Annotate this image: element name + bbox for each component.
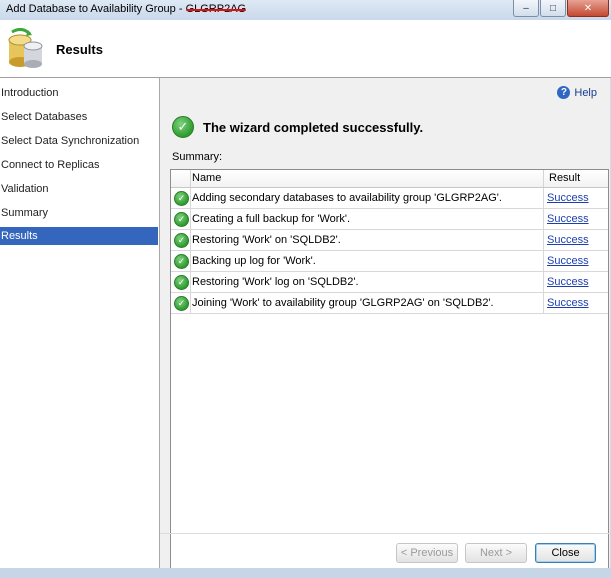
page-header: Results (0, 20, 611, 78)
cell-divider (190, 272, 191, 292)
success-icon: ✓ (174, 212, 189, 227)
help-icon: ? (557, 86, 571, 99)
success-icon: ✓ (174, 275, 189, 290)
footer-divider (160, 533, 610, 534)
nav-item-connect-to-replicas[interactable]: Connect to Replicas (0, 156, 158, 174)
row-name: Restoring 'Work' log on 'SQLDB2'. (192, 276, 359, 288)
table-row: ✓ Restoring 'Work' on 'SQLDB2'. Success (171, 230, 608, 251)
cell-divider (543, 272, 544, 292)
wizard-nav: Introduction Select Databases Select Dat… (0, 78, 160, 568)
row-name: Creating a full backup for 'Work'. (192, 213, 351, 225)
cell-divider (190, 251, 191, 271)
close-button[interactable]: Close (535, 543, 596, 563)
next-button[interactable]: Next > (465, 543, 527, 563)
success-icon: ✓ (174, 254, 189, 269)
row-result-link[interactable]: Success (547, 297, 589, 309)
table-row: ✓ Adding secondary databases to availabi… (171, 188, 608, 209)
previous-button[interactable]: < Previous (396, 543, 458, 563)
row-name: Adding secondary databases to availabili… (192, 192, 502, 204)
cell-divider (543, 209, 544, 229)
success-icon: ✓ (174, 191, 189, 206)
row-result-link[interactable]: Success (547, 213, 589, 225)
row-name: Restoring 'Work' on 'SQLDB2'. (192, 234, 341, 246)
status-banner: ✓ The wizard completed successfully. (172, 116, 423, 138)
table-row: ✓ Restoring 'Work' log on 'SQLDB2'. Succ… (171, 272, 608, 293)
column-header-name[interactable]: Name (192, 172, 221, 184)
results-grid: Name Result ✓ Adding secondary databases… (170, 169, 609, 578)
success-icon: ✓ (174, 233, 189, 248)
help-link[interactable]: ? Help (557, 86, 597, 99)
nav-item-select-databases[interactable]: Select Databases (0, 108, 158, 126)
window-bottom-edge (0, 568, 611, 578)
cell-divider (543, 188, 544, 208)
row-result-link[interactable]: Success (547, 255, 589, 267)
header-divider (190, 170, 191, 187)
page-title: Results (56, 42, 103, 57)
title-bar: Add Database to Availability Group - GLG… (0, 0, 611, 20)
nav-item-introduction[interactable]: Introduction (0, 84, 158, 102)
window-controls: – □ ✕ (513, 0, 609, 17)
nav-item-results[interactable]: Results (0, 227, 158, 245)
cell-divider (190, 293, 191, 313)
minimize-button[interactable]: – (513, 0, 539, 17)
success-icon: ✓ (174, 296, 189, 311)
cell-divider (190, 188, 191, 208)
window-title-prefix: Add Database to Availability Group - (6, 3, 186, 15)
maximize-button[interactable]: □ (540, 0, 566, 17)
grid-header: Name Result (171, 170, 608, 188)
cell-divider (190, 230, 191, 250)
summary-label: Summary: (172, 151, 223, 163)
status-message: The wizard completed successfully. (203, 119, 424, 135)
table-row: ✓ Creating a full backup for 'Work'. Suc… (171, 209, 608, 230)
row-result-link[interactable]: Success (547, 234, 589, 246)
cell-divider (190, 209, 191, 229)
cell-divider (543, 251, 544, 271)
nav-item-validation[interactable]: Validation (0, 180, 158, 198)
nav-item-summary[interactable]: Summary (0, 204, 158, 222)
success-check-icon: ✓ (172, 116, 194, 138)
window-title-redacted: GLGRP2AG (185, 3, 247, 15)
close-window-button[interactable]: ✕ (567, 0, 609, 17)
row-name: Joining 'Work' to availability group 'GL… (192, 297, 494, 309)
row-name: Backing up log for 'Work'. (192, 255, 316, 267)
row-result-link[interactable]: Success (547, 192, 589, 204)
database-icon (8, 28, 43, 68)
cell-divider (543, 293, 544, 313)
main-panel: ? Help ✓ The wizard completed successful… (160, 78, 610, 578)
window-title: Add Database to Availability Group - GLG… (6, 3, 246, 15)
table-row: ✓ Joining 'Work' to availability group '… (171, 293, 608, 314)
header-divider (543, 170, 544, 187)
help-label: Help (574, 86, 597, 99)
column-header-result[interactable]: Result (549, 172, 580, 184)
nav-item-select-data-synchronization[interactable]: Select Data Synchronization (0, 132, 158, 150)
cell-divider (543, 230, 544, 250)
row-result-link[interactable]: Success (547, 276, 589, 288)
table-row: ✓ Backing up log for 'Work'. Success (171, 251, 608, 272)
